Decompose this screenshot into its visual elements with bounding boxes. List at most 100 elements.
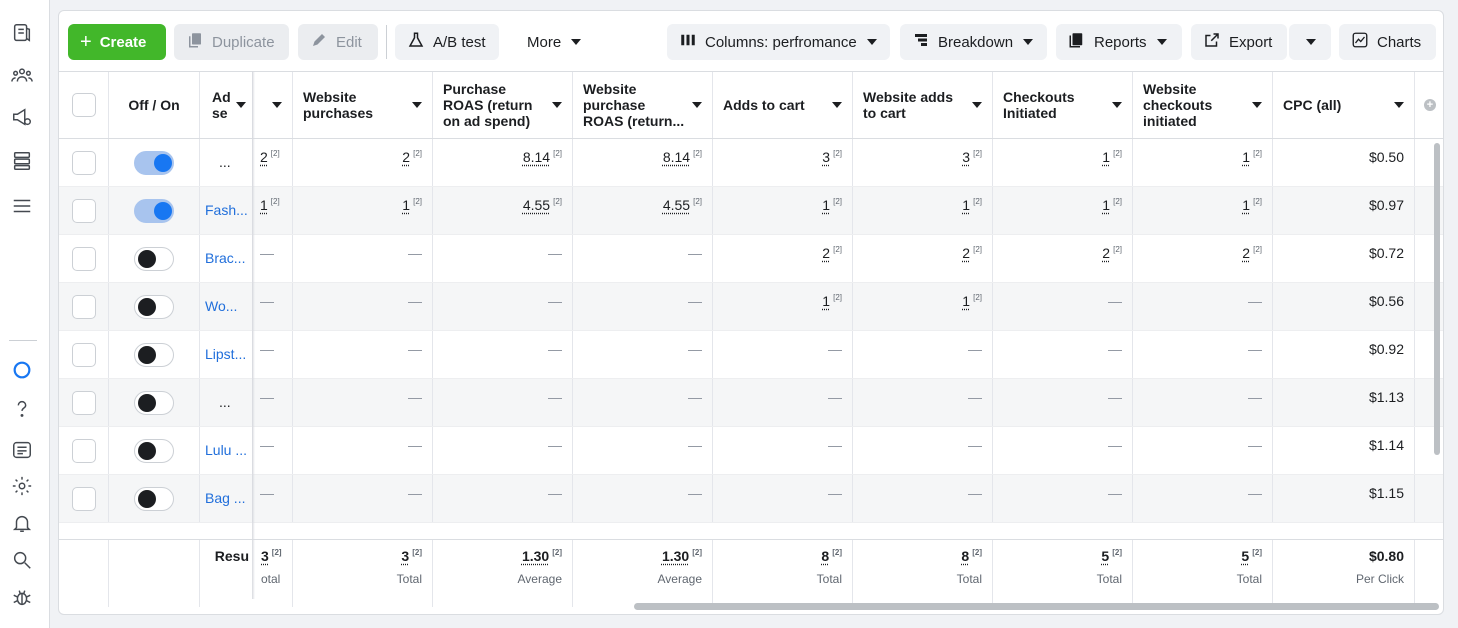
- row-checkbox[interactable]: [71, 343, 96, 367]
- col-website-purchases[interactable]: Website purchases: [293, 72, 433, 138]
- col-website-adds-to-cart[interactable]: Website adds to cart: [853, 72, 993, 138]
- metric-value[interactable]: 1: [1242, 149, 1250, 165]
- add-column-button[interactable]: +: [1415, 72, 1443, 138]
- select-all-checkbox[interactable]: [71, 93, 96, 117]
- row-checkbox[interactable]: [71, 295, 96, 319]
- export-options-dropdown[interactable]: [1289, 24, 1331, 60]
- metric-value[interactable]: 2: [260, 149, 268, 165]
- metric-value[interactable]: 1: [260, 197, 268, 213]
- bug-icon[interactable]: [9, 584, 35, 610]
- catalog-icon[interactable]: [9, 148, 35, 174]
- notifications-icon[interactable]: [9, 510, 35, 536]
- table-row[interactable]: Lipst... — — — — — — — — $0.92: [59, 331, 1443, 379]
- delivery-toggle[interactable]: [134, 295, 174, 319]
- col-cpc-all[interactable]: CPC (all): [1273, 72, 1415, 138]
- total-number[interactable]: 1.30: [662, 548, 689, 564]
- ad-set-name-link[interactable]: Lipst...: [205, 346, 246, 362]
- metric-value[interactable]: 3: [962, 149, 970, 165]
- metric-value[interactable]: 1: [1102, 149, 1110, 165]
- col-purchase-roas[interactable]: Purchase ROAS (return on ad spend): [433, 72, 573, 138]
- duplicate-button[interactable]: Duplicate: [174, 24, 289, 60]
- audiences-icon[interactable]: [9, 63, 35, 89]
- table-row[interactable]: ... — — — — — — — — $1.13: [59, 379, 1443, 427]
- more-button[interactable]: More: [515, 24, 595, 60]
- col-website-purchase-roas[interactable]: Website purchase ROAS (return...: [573, 72, 713, 138]
- metric-value[interactable]: 3: [822, 149, 830, 165]
- ad-set-name-link[interactable]: Wo...: [205, 298, 237, 314]
- col-off-on[interactable]: Off / On: [109, 72, 200, 138]
- metric-value[interactable]: 2: [402, 149, 410, 165]
- ad-set-name-link[interactable]: Fash...: [205, 202, 248, 218]
- metric-value[interactable]: 1: [962, 293, 970, 309]
- metric-value[interactable]: 2: [1242, 245, 1250, 261]
- metric-value[interactable]: 1: [962, 197, 970, 213]
- edit-button[interactable]: Edit: [298, 24, 378, 60]
- columns-dropdown[interactable]: Columns: perfromance: [667, 24, 890, 60]
- metric-value[interactable]: 4.55: [663, 197, 690, 213]
- menu-icon[interactable]: [9, 193, 35, 219]
- row-checkbox[interactable]: [71, 199, 96, 223]
- ad-set-name-link[interactable]: Brac...: [205, 250, 245, 266]
- row-checkbox[interactable]: [71, 391, 96, 415]
- table-row[interactable]: ... 2 [2] 2 [2] 8.14 [2] 8.14 [2] 3 [2] 3 [2] 1 [2] 1 [2…: [59, 139, 1443, 187]
- metric-value[interactable]: 1: [822, 197, 830, 213]
- delivery-toggle[interactable]: [134, 391, 174, 415]
- ad-set-name-link[interactable]: ...: [205, 154, 231, 170]
- col-checkouts-initiated[interactable]: Checkouts Initiated: [993, 72, 1133, 138]
- metric-value[interactable]: 1: [402, 197, 410, 213]
- total-number[interactable]: 8: [961, 548, 969, 564]
- metric-value[interactable]: 4.55: [523, 197, 550, 213]
- metric-value[interactable]: 1: [1242, 197, 1250, 213]
- col-adds-to-cart[interactable]: Adds to cart: [713, 72, 853, 138]
- create-button[interactable]: + Create: [68, 24, 166, 60]
- metric-value[interactable]: 1: [1102, 197, 1110, 213]
- search-icon[interactable]: [9, 547, 35, 573]
- row-checkbox[interactable]: [71, 487, 96, 511]
- ads-manager-icon[interactable]: [9, 104, 35, 130]
- campaigns-icon[interactable]: [9, 20, 35, 46]
- table-row[interactable]: Brac... — — — —2 [2] 2 [2] 2 [2] 2 [2] $0.72: [59, 235, 1443, 283]
- reports-dropdown[interactable]: Reports: [1056, 24, 1182, 60]
- total-number[interactable]: 8: [821, 548, 829, 564]
- metric-value[interactable]: 2: [822, 245, 830, 261]
- row-checkbox[interactable]: [71, 439, 96, 463]
- metric-value[interactable]: 2: [962, 245, 970, 261]
- delivery-toggle[interactable]: [134, 199, 174, 223]
- total-number[interactable]: 3: [401, 548, 409, 564]
- horizontal-scrollbar[interactable]: [634, 603, 1439, 610]
- row-checkbox[interactable]: [71, 247, 96, 271]
- row-checkbox[interactable]: [71, 151, 96, 175]
- table-row[interactable]: Lulu ... — — — — — — — — $1.14: [59, 427, 1443, 475]
- help-icon[interactable]: [9, 396, 35, 422]
- table-row[interactable]: Bag ... — — — — — — — — $1.15: [59, 475, 1443, 523]
- col-ad-set[interactable]: Ad se: [200, 72, 253, 138]
- delivery-toggle[interactable]: [134, 439, 174, 463]
- metric-value[interactable]: 8.14: [523, 149, 550, 165]
- delivery-toggle[interactable]: [134, 343, 174, 367]
- ad-set-name-link[interactable]: Bag ...: [205, 490, 245, 506]
- total-number[interactable]: 5: [1101, 548, 1109, 564]
- delivery-toggle[interactable]: [134, 151, 174, 175]
- total-number[interactable]: 5: [1241, 548, 1249, 564]
- total-number[interactable]: 1.30: [522, 548, 549, 564]
- col-website-checkouts-initiated[interactable]: Website checkouts initiated: [1133, 72, 1273, 138]
- news-icon[interactable]: [9, 437, 35, 463]
- breakdown-dropdown[interactable]: Breakdown: [900, 24, 1047, 60]
- total-number[interactable]: 3: [261, 548, 269, 564]
- ad-set-name-link[interactable]: ...: [205, 394, 231, 410]
- metric-value[interactable]: 1: [822, 293, 830, 309]
- col-results[interactable]: [253, 72, 293, 138]
- ab-test-button[interactable]: A/B test: [395, 24, 499, 60]
- metric-value[interactable]: 8.14: [663, 149, 690, 165]
- meta-icon[interactable]: [9, 357, 35, 383]
- table-row[interactable]: Fash... 1 [2] 1 [2] 4.55 [2] 4.55 [2] 1 [2] 1 [2] 1 [2…: [59, 187, 1443, 235]
- vertical-scrollbar[interactable]: [1434, 143, 1440, 455]
- table-row[interactable]: Wo... — — — —1 [2] 1 [2] — — $0.56: [59, 283, 1443, 331]
- metric-value[interactable]: 2: [1102, 245, 1110, 261]
- settings-icon[interactable]: [9, 473, 35, 499]
- delivery-toggle[interactable]: [134, 247, 174, 271]
- charts-button[interactable]: Charts: [1339, 24, 1436, 60]
- ad-set-name-link[interactable]: Lulu ...: [205, 442, 247, 458]
- export-button[interactable]: Export: [1191, 24, 1287, 60]
- delivery-toggle[interactable]: [134, 487, 174, 511]
